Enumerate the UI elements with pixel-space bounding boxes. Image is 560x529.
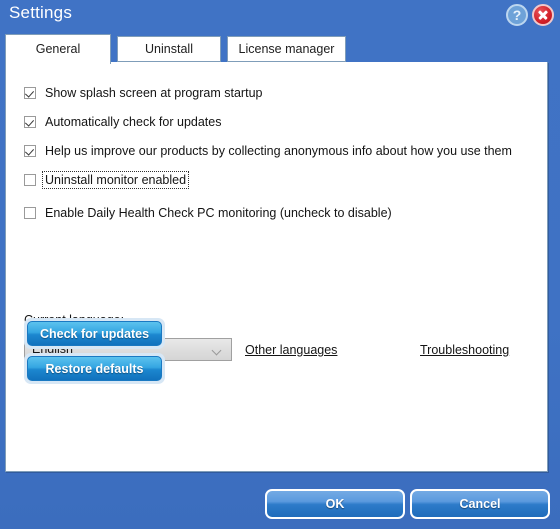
chevron-down-icon bbox=[213, 347, 221, 352]
checkbox-daily-health-check[interactable]: Enable Daily Health Check PC monitoring … bbox=[24, 204, 392, 222]
tab-general[interactable]: General bbox=[5, 34, 111, 64]
tab-license-manager[interactable]: License manager bbox=[227, 36, 346, 62]
window-title: Settings bbox=[9, 3, 73, 22]
checkbox-box-help-us-improve[interactable] bbox=[24, 145, 36, 157]
close-icon[interactable] bbox=[532, 4, 554, 26]
other-languages-link[interactable]: Other languages bbox=[245, 343, 337, 357]
check-for-updates-button[interactable]: Check for updates bbox=[24, 318, 165, 349]
cancel-button[interactable]: Cancel bbox=[410, 489, 550, 519]
ok-button[interactable]: OK bbox=[265, 489, 405, 519]
checkbox-box-daily-health-check[interactable] bbox=[24, 207, 36, 219]
checkbox-auto-check-updates[interactable]: Automatically check for updates bbox=[24, 113, 221, 131]
check-for-updates-label: Check for updates bbox=[27, 321, 162, 346]
checkbox-box-uninstall-monitor[interactable] bbox=[24, 174, 36, 186]
settings-dialog-window: Settings ? General Uninstall License man… bbox=[0, 0, 560, 529]
restore-defaults-button[interactable]: Restore defaults bbox=[24, 353, 165, 384]
checkbox-box-show-splash-screen[interactable] bbox=[24, 87, 36, 99]
tab-uninstall[interactable]: Uninstall bbox=[117, 36, 221, 62]
checkbox-label-help-us-improve: Help us improve our products by collecti… bbox=[45, 144, 512, 158]
checkbox-help-us-improve[interactable]: Help us improve our products by collecti… bbox=[24, 142, 512, 160]
checkbox-label-auto-check-updates: Automatically check for updates bbox=[45, 115, 222, 129]
general-tab-panel: Show splash screen at program startup Au… bbox=[5, 62, 548, 472]
help-icon[interactable]: ? bbox=[506, 4, 528, 26]
checkbox-label-show-splash-screen: Show splash screen at program startup bbox=[45, 86, 263, 100]
checkbox-show-splash-screen[interactable]: Show splash screen at program startup bbox=[24, 84, 262, 102]
checkbox-uninstall-monitor[interactable]: Uninstall monitor enabled bbox=[24, 171, 190, 189]
checkbox-box-auto-check-updates[interactable] bbox=[24, 116, 36, 128]
restore-defaults-label: Restore defaults bbox=[27, 356, 162, 381]
tab-strip: General Uninstall License manager bbox=[0, 32, 560, 64]
checkbox-label-daily-health-check: Enable Daily Health Check PC monitoring … bbox=[45, 206, 392, 220]
title-bar: Settings ? bbox=[0, 0, 560, 32]
checkbox-label-uninstall-monitor: Uninstall monitor enabled bbox=[41, 171, 190, 189]
troubleshooting-link[interactable]: Troubleshooting bbox=[420, 343, 509, 357]
